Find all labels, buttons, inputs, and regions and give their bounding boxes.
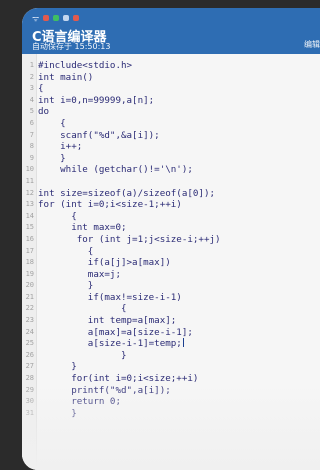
line-number: 20 — [25, 281, 34, 290]
code-line[interactable]: 13 for (int i=0;i<size-1;++i) — [22, 199, 320, 211]
code-text[interactable]: { — [38, 303, 127, 315]
code-text[interactable]: while (getchar()!='\n'); — [38, 164, 193, 176]
code-text[interactable]: int size=sizeof(a)/sizeof(a[0]); — [38, 188, 215, 200]
line-number: 13 — [25, 200, 34, 209]
line-number: 4 — [29, 95, 34, 104]
code-line[interactable]: 5 do — [22, 106, 320, 118]
line-number: 15 — [25, 223, 34, 232]
code-line[interactable]: 25 a[size-i-1]=temp; — [22, 338, 320, 350]
code-line[interactable]: 8 i++; — [22, 141, 320, 153]
code-lines[interactable]: 1 #include<stdio.h> 2 int main() 3{4 int i=0,… — [22, 60, 320, 419]
code-line[interactable]: 2 int main() — [22, 72, 320, 84]
line-number: 9 — [29, 153, 34, 162]
code-text[interactable]: scanf("%d",&a[i]); — [38, 130, 160, 142]
code-line[interactable]: 21 if(max!=size-i-1) — [22, 292, 320, 304]
line-number: 22 — [25, 304, 34, 313]
line-number: 24 — [25, 327, 34, 336]
line-number: 19 — [25, 269, 34, 278]
code-text[interactable]: { — [38, 246, 94, 258]
code-line[interactable]: 18 if(a[j]>a[max]) — [22, 257, 320, 269]
app-icon-2 — [53, 15, 60, 21]
line-number: 11 — [25, 176, 34, 185]
line-number: 23 — [25, 316, 34, 325]
code-line[interactable]: 19 max=j; — [22, 269, 320, 281]
code-line[interactable]: 26 } — [22, 350, 320, 362]
line-number: 7 — [29, 130, 34, 139]
code-line[interactable]: 27 } — [22, 361, 320, 373]
app-icon-1 — [43, 15, 50, 21]
code-line[interactable]: 24 a[max]=a[size-i-1]; — [22, 327, 320, 339]
line-number: 27 — [25, 362, 34, 371]
code-text[interactable]: int i=0,n=99999,a[n]; — [38, 95, 154, 107]
code-text[interactable]: { — [38, 118, 66, 130]
code-text[interactable]: a[size-i-1]=temp; — [38, 338, 184, 350]
code-text[interactable]: { — [38, 211, 77, 223]
line-number: 14 — [25, 211, 34, 220]
line-number: 12 — [25, 188, 34, 197]
line-number: 26 — [25, 350, 34, 359]
code-text[interactable]: } — [38, 153, 66, 165]
code-line[interactable]: 16 for (int j=1;j<size-i;++j) — [22, 234, 320, 246]
code-text[interactable]: { — [38, 83, 44, 95]
signal-icon: ᯤ — [32, 13, 40, 23]
code-text[interactable]: i++; — [38, 141, 82, 153]
code-text[interactable]: } — [38, 350, 127, 362]
code-line[interactable]: 12 int size=sizeof(a)/sizeof(a[0]); — [22, 188, 320, 200]
code-line[interactable]: 15 int max=0; — [22, 222, 320, 234]
code-line[interactable]: 22 { — [22, 303, 320, 315]
line-number: 3 — [29, 84, 34, 93]
code-line[interactable]: 10 while (getchar()!='\n'); — [22, 164, 320, 176]
code-line[interactable]: 17 { — [22, 246, 320, 258]
line-number: 18 — [25, 258, 34, 267]
line-number: 1 — [29, 61, 34, 69]
code-text[interactable]: } — [38, 361, 77, 373]
code-line[interactable]: 1 #include<stdio.h> — [22, 60, 320, 72]
code-text[interactable]: do — [38, 106, 49, 118]
line-number: 6 — [29, 118, 34, 127]
phone-screen: ᯤ C语言编译器 自动保存于 15:50:13 编辑 1 #include<std… — [22, 8, 320, 470]
autosave-status: 自动保存于 15:50:13 — [32, 42, 111, 51]
line-number: 16 — [25, 234, 34, 243]
code-text[interactable]: if(a[j]>a[max]) — [38, 257, 171, 269]
line-number: 5 — [29, 107, 34, 116]
status-bar: ᯤ — [32, 12, 80, 24]
code-line[interactable]: 4 int i=0,n=99999,a[n]; — [22, 95, 320, 107]
code-line[interactable]: 6 { — [22, 118, 320, 130]
code-editor[interactable]: 1 #include<stdio.h> 2 int main() 3{4 int i=0,… — [22, 54, 320, 470]
code-text[interactable]: int temp=a[max]; — [38, 315, 177, 327]
edit-button[interactable]: 编辑 — [304, 39, 320, 50]
app-icon-3 — [63, 15, 70, 21]
line-number: 8 — [29, 142, 34, 151]
code-text[interactable]: if(max!=size-i-1) — [38, 292, 182, 304]
code-line[interactable]: 3{ — [22, 83, 320, 95]
code-text[interactable]: max=j; — [38, 269, 121, 281]
code-line[interactable]: 20 } — [22, 280, 320, 292]
code-line[interactable]: 14 { — [22, 211, 320, 223]
line-number: 2 — [29, 72, 34, 81]
code-text[interactable]: } — [38, 280, 94, 292]
code-text[interactable]: for (int j=1;j<size-i;++j) — [38, 234, 221, 246]
line-number: 21 — [25, 292, 34, 301]
text-caret — [182, 338, 184, 348]
code-line[interactable]: 7 scanf("%d",&a[i]); — [22, 130, 320, 142]
app-icon-4 — [73, 15, 80, 21]
code-text[interactable]: for (int i=0;i<size-1;++i) — [38, 199, 182, 211]
code-text[interactable]: #include<stdio.h> — [38, 60, 132, 72]
code-line[interactable]: 11 — [22, 176, 320, 188]
line-number: 25 — [25, 339, 34, 348]
code-line[interactable]: 23 int temp=a[max]; — [22, 315, 320, 327]
line-number: 10 — [25, 165, 34, 174]
line-number: 17 — [25, 246, 34, 255]
code-text[interactable]: int main() — [38, 72, 93, 84]
code-text[interactable]: a[max]=a[size-i-1]; — [38, 327, 193, 339]
code-line[interactable]: 9 } — [22, 153, 320, 165]
code-text[interactable]: int max=0; — [38, 222, 126, 234]
editor-bottom-area — [22, 380, 320, 470]
app-bar: ᯤ C语言编译器 自动保存于 15:50:13 编辑 — [22, 8, 320, 54]
